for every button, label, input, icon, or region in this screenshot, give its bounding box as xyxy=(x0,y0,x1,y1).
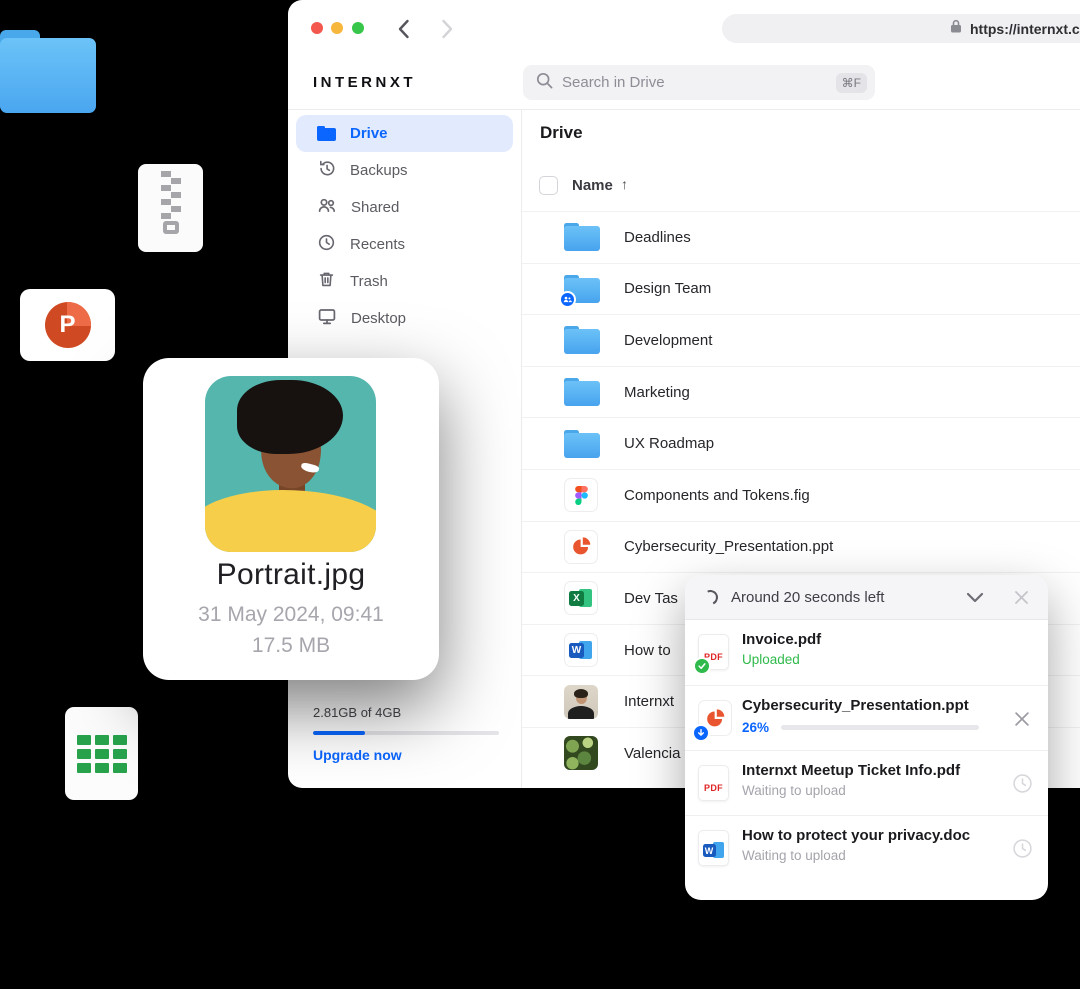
shared-badge-icon xyxy=(559,291,576,308)
backup-history-icon xyxy=(317,159,336,182)
sidebar-item-desktop[interactable]: Desktop xyxy=(288,300,521,337)
url-text: https://internxt.c xyxy=(970,21,1080,37)
spreadsheet-grid-icon xyxy=(77,735,127,773)
blue-folder-icon xyxy=(564,326,598,354)
drive-folder-icon xyxy=(317,126,336,141)
upload-progress-bar xyxy=(781,725,979,730)
table-row[interactable]: Development xyxy=(522,314,1080,366)
upload-status: Waiting to upload xyxy=(742,848,1004,863)
storage-progress-bar xyxy=(313,731,499,735)
desktop-blue-folder-icon[interactable] xyxy=(0,30,96,113)
address-bar[interactable]: https://internxt.c xyxy=(722,14,1080,43)
pdf-file-icon: PDF xyxy=(698,765,729,801)
sidebar-item-label: Desktop xyxy=(351,310,406,327)
pending-clock-icon xyxy=(1009,751,1035,816)
upload-item: W How to protect your privacy.doc Waitin… xyxy=(685,815,1048,880)
uploading-arrow-icon xyxy=(692,724,710,742)
upload-time-remaining: Around 20 seconds left xyxy=(731,589,884,606)
photo-thumbnail xyxy=(564,736,598,770)
preview-date: 31 May 2024, 09:41 xyxy=(143,603,439,627)
spinner-icon xyxy=(701,587,720,606)
upload-panel-header: Around 20 seconds left xyxy=(685,575,1048,620)
upload-status: Uploaded xyxy=(742,652,1004,667)
desktop-zip-file-icon[interactable] xyxy=(138,164,203,252)
shared-people-icon xyxy=(317,196,337,219)
sidebar-item-label: Drive xyxy=(350,125,388,142)
table-row[interactable]: UX Roadmap xyxy=(522,417,1080,469)
upload-progress-panel: Around 20 seconds left PDF Invoice.pdf U… xyxy=(685,575,1048,900)
sidebar-item-label: Backups xyxy=(350,162,408,179)
select-all-checkbox[interactable] xyxy=(539,176,558,195)
sidebar-item-recents[interactable]: Recents xyxy=(288,226,521,263)
close-window-button[interactable] xyxy=(311,22,323,34)
search-icon xyxy=(536,72,553,94)
desktop-powerpoint-file-icon[interactable]: P xyxy=(20,289,115,361)
upload-percent: 26% xyxy=(742,720,769,735)
blue-folder-icon xyxy=(564,378,598,406)
blue-folder-icon xyxy=(564,223,598,251)
pdf-file-icon: PDF xyxy=(698,634,729,670)
sidebar-item-trash[interactable]: Trash xyxy=(288,263,521,300)
upload-item: PDF Invoice.pdf Uploaded xyxy=(685,620,1048,685)
forward-button[interactable] xyxy=(436,18,458,40)
word-file-icon: W xyxy=(698,830,729,866)
table-row[interactable]: Design Team xyxy=(522,263,1080,315)
sidebar-item-backups[interactable]: Backups xyxy=(288,152,521,189)
table-row[interactable]: Deadlines xyxy=(522,211,1080,263)
storage-usage-text: 2.81GB of 4GB xyxy=(313,705,499,720)
minimize-window-button[interactable] xyxy=(331,22,343,34)
blue-folder-icon xyxy=(564,430,598,458)
photo-thumbnail xyxy=(564,685,598,719)
search-bar[interactable]: ⌘F xyxy=(523,65,875,100)
file-preview-card[interactable]: Portrait.jpg 31 May 2024, 09:41 17.5 MB xyxy=(143,358,439,680)
app-header: INTERNXT ⌘F xyxy=(288,56,1080,110)
upgrade-now-link[interactable]: Upgrade now xyxy=(313,747,499,763)
search-input[interactable] xyxy=(562,74,836,91)
upload-item: Cybersecurity_Presentation.ppt 26% xyxy=(685,685,1048,750)
list-header: Name ↑ xyxy=(522,170,1080,211)
powerpoint-file-icon xyxy=(564,530,598,564)
sidebar-item-label: Trash xyxy=(350,273,388,290)
word-file-icon: W xyxy=(564,633,598,667)
preview-size: 17.5 MB xyxy=(143,634,439,658)
sort-ascending-icon[interactable]: ↑ xyxy=(621,176,628,192)
sidebar-item-shared[interactable]: Shared xyxy=(288,189,521,226)
close-panel-button[interactable] xyxy=(1006,575,1036,620)
cancel-upload-button[interactable] xyxy=(1009,686,1035,751)
desktop-monitor-icon xyxy=(317,307,337,330)
figma-file-icon xyxy=(564,478,598,512)
preview-filename: Portrait.jpg xyxy=(143,558,439,592)
powerpoint-file-icon xyxy=(698,700,732,736)
zoom-window-button[interactable] xyxy=(352,22,364,34)
collapse-panel-button[interactable] xyxy=(960,575,990,620)
sidebar-item-drive[interactable]: Drive xyxy=(296,115,513,152)
search-shortcut-badge: ⌘F xyxy=(836,73,867,93)
page-title: Drive xyxy=(540,123,583,143)
portrait-photo xyxy=(205,376,376,552)
window-titlebar: https://internxt.c xyxy=(288,0,1080,56)
internxt-logo: INTERNXT xyxy=(313,74,416,91)
name-column-header[interactable]: Name xyxy=(572,177,613,194)
desktop-spreadsheet-file-icon[interactable] xyxy=(65,707,138,800)
marketing-canvas: P https://internxt.c xyxy=(0,0,1080,989)
uploaded-check-icon xyxy=(693,657,711,675)
excel-file-icon: X xyxy=(564,581,598,615)
table-row[interactable]: Components and Tokens.fig xyxy=(522,469,1080,521)
sidebar-item-label: Recents xyxy=(350,236,405,253)
pending-clock-icon xyxy=(1009,816,1035,881)
upload-item: PDF Internxt Meetup Ticket Info.pdf Wait… xyxy=(685,750,1048,815)
upload-status: Waiting to upload xyxy=(742,783,1004,798)
sidebar-item-label: Shared xyxy=(351,199,399,216)
back-button[interactable] xyxy=(392,18,414,40)
trash-icon xyxy=(317,270,336,293)
table-row[interactable]: Marketing xyxy=(522,366,1080,418)
table-row[interactable]: Cybersecurity_Presentation.ppt xyxy=(522,521,1080,573)
clock-icon xyxy=(317,233,336,256)
blue-folder-icon xyxy=(564,275,598,303)
storage-meter: 2.81GB of 4GB Upgrade now xyxy=(313,705,499,763)
powerpoint-logo-icon: P xyxy=(45,302,91,348)
lock-icon xyxy=(950,19,962,38)
